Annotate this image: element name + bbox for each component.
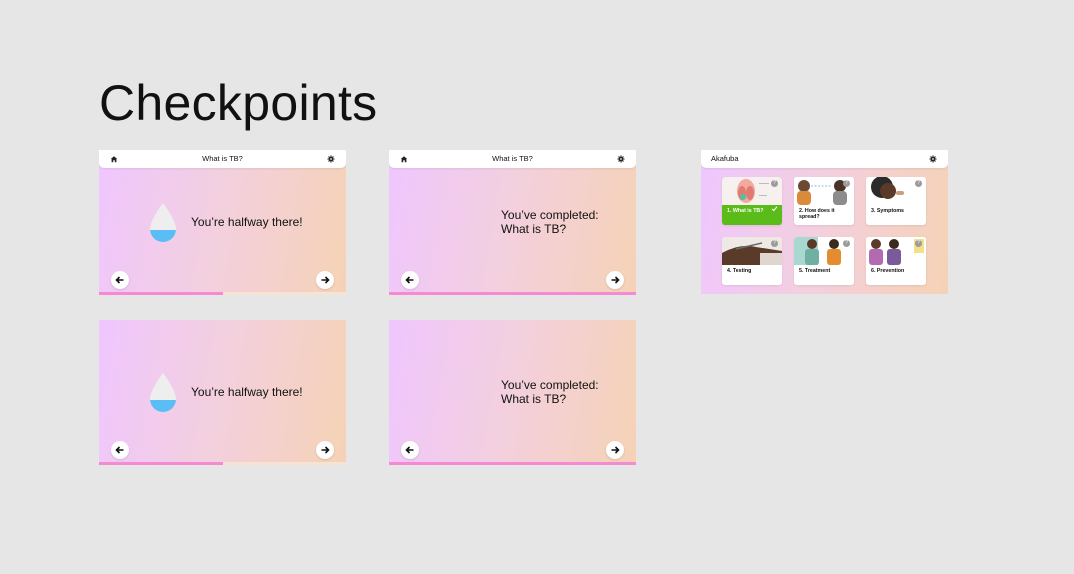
settings-button[interactable] [325, 153, 337, 165]
forward-button[interactable] [606, 441, 624, 459]
help-icon[interactable]: ? [843, 180, 850, 187]
page-title: Checkpoints [99, 75, 378, 131]
arrow-left-icon [405, 276, 414, 284]
progress-bar [389, 462, 636, 465]
help-icon[interactable]: ? [915, 240, 922, 247]
module-menu-screen: Akafuba ? 1. What is TB? ? 2. How does i… [701, 150, 948, 294]
screen-title: What is TB? [492, 154, 533, 163]
top-bar: What is TB? [389, 150, 636, 168]
screen-title: What is TB? [202, 154, 243, 163]
forward-button[interactable] [606, 271, 624, 289]
arrow-left-icon [115, 276, 124, 284]
checkpoint-screen-completed-no-header: You’ve completed: What is TB? [389, 320, 636, 465]
progress-bar [99, 462, 346, 465]
help-icon[interactable]: ? [771, 240, 778, 247]
progress-fill [389, 292, 636, 295]
back-button[interactable] [111, 271, 129, 289]
progress-bar [99, 292, 346, 295]
app-title: Akafuba [711, 154, 739, 163]
module-card-what-is-tb[interactable]: ? 1. What is TB? [722, 177, 782, 225]
back-button[interactable] [401, 441, 419, 459]
module-card-label: 2. How does it spread? [799, 208, 835, 220]
checkpoint-message: You’re halfway there! [191, 385, 303, 399]
message-line-2: What is TB? [501, 392, 567, 406]
forward-button[interactable] [316, 441, 334, 459]
check-icon [771, 206, 778, 212]
progress-fill [389, 462, 636, 465]
module-card-prevention[interactable]: ? 6. Prevention [866, 237, 926, 285]
module-card-label: 3. Symptoms [871, 208, 904, 214]
help-icon[interactable]: ? [843, 240, 850, 247]
settings-button[interactable] [615, 153, 627, 165]
back-button[interactable] [111, 441, 129, 459]
arrow-left-icon [115, 446, 124, 454]
message-line-1: You’ve completed: [501, 208, 599, 222]
arrow-right-icon [611, 446, 620, 454]
checkpoint-screen-halfway-no-header: You’re halfway there! [99, 320, 346, 465]
module-card-label: 5. Treatment [799, 268, 831, 274]
gear-icon [327, 155, 335, 163]
checkpoint-screen-halfway: What is TB? You’re halfway there! [99, 150, 346, 295]
module-card-label: 6. Prevention [871, 268, 905, 274]
module-card-how-does-it-spread[interactable]: ? 2. How does it spread? [794, 177, 854, 225]
module-card-treatment[interactable]: ? 5. Treatment [794, 237, 854, 285]
checkpoint-message: You’re halfway there! [191, 215, 303, 229]
arrow-right-icon [321, 446, 330, 454]
module-card-testing[interactable]: ? 4. Testing [722, 237, 782, 285]
module-card-symptoms[interactable]: ? 3. Symptoms [866, 177, 926, 225]
progress-fill [99, 292, 223, 295]
module-card-label: 4. Testing [727, 268, 752, 274]
gear-icon [929, 155, 937, 163]
top-bar: What is TB? [99, 150, 346, 168]
gear-icon [617, 155, 625, 163]
forward-button[interactable] [316, 271, 334, 289]
message-line-1: You’ve completed: [501, 378, 599, 392]
top-bar: Akafuba [701, 150, 948, 168]
checkpoint-message: You’ve completed: What is TB? [501, 378, 599, 406]
arrow-right-icon [611, 276, 620, 284]
progress-fill [99, 462, 223, 465]
help-icon[interactable]: ? [915, 180, 922, 187]
checkpoint-message: You’ve completed: What is TB? [501, 208, 599, 236]
water-drop-icon [150, 203, 176, 242]
help-icon[interactable]: ? [771, 180, 778, 187]
progress-bar [389, 292, 636, 295]
water-drop-icon [150, 373, 176, 412]
message-line-2: What is TB? [501, 222, 567, 236]
arrow-right-icon [321, 276, 330, 284]
settings-button[interactable] [927, 153, 939, 165]
arrow-left-icon [405, 446, 414, 454]
back-button[interactable] [401, 271, 419, 289]
checkpoint-screen-completed: What is TB? You’ve completed: What is TB… [389, 150, 636, 295]
